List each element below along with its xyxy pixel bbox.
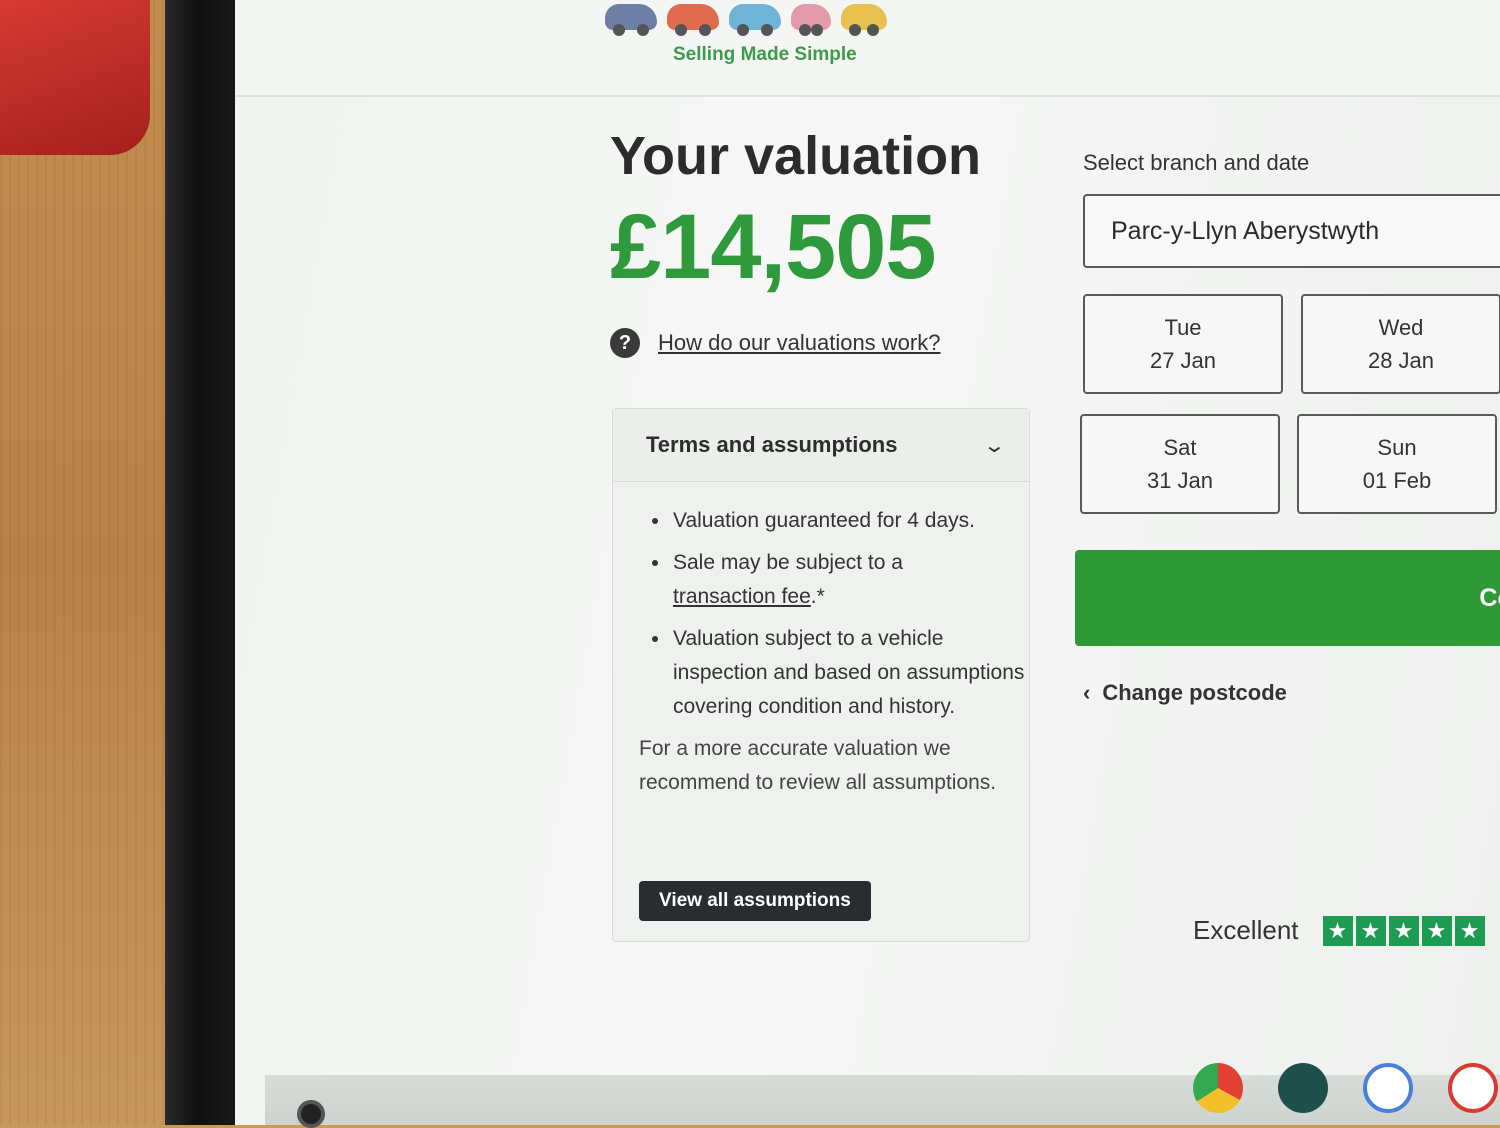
date-day: Sat [1163,435,1197,460]
date-option[interactable]: Sat 31 Jan [1080,414,1280,514]
terms-header[interactable]: Terms and assumptions ⌄ [613,409,1029,482]
list-item: Valuation guaranteed for 4 days. [671,504,1029,538]
rating-label: Excellent [1193,915,1299,945]
date-day: Sun [1377,435,1417,460]
date-date: 28 Jan [1367,348,1435,373]
transaction-fee-link[interactable]: transaction fee [673,585,811,608]
continue-button[interactable]: Contir [1075,550,1500,646]
calendar-icon[interactable] [1363,1063,1413,1113]
red-object [0,0,150,155]
logo-cars [605,4,887,36]
apps-icon[interactable] [1278,1063,1328,1113]
date-option[interactable]: Tue 27 Jan [1083,294,1283,394]
chevron-left-icon: ‹ [1083,680,1091,705]
tagline: Selling Made Simple [673,44,857,65]
rating-stars: ★ ★ ★ ★ ★ [1322,915,1485,946]
date-option[interactable]: Wed 28 Jan [1301,294,1500,394]
valuation-panel: Your valuation £14,505 ? How do our valu… [610,125,1030,358]
view-all-assumptions-button[interactable]: View all assumptions [639,881,871,921]
date-day: Tue [1164,315,1202,340]
site-header: Selling Made Simple [235,0,1500,97]
car-logo-icon [729,4,781,36]
advice-text: For a more accurate valuation we recomme… [639,737,997,794]
date-day: Wed [1378,315,1424,340]
car-logo-icon [841,4,887,36]
continue-label: Contir [1479,583,1500,612]
chrome-icon[interactable] [1193,1063,1243,1113]
gmail-icon[interactable] [1448,1063,1498,1113]
star-icon: ★ [1454,915,1485,946]
car-logo-icon [667,4,719,36]
trust-rating: Excellent ★ ★ ★ ★ ★ [1193,915,1485,946]
question-icon: ? [610,328,640,358]
monitor-bezel [165,0,245,1125]
change-postcode-label: Change postcode [1102,680,1287,705]
date-date: 01 Feb [1362,468,1432,493]
screen: Selling Made Simple Your valuation £14,5… [235,0,1500,1128]
chevron-down-icon[interactable]: ⌄ [983,433,1006,458]
launcher-icon[interactable] [297,1100,325,1128]
valuations-help-link[interactable]: How do our valuations work? [658,330,940,356]
date-date: 31 Jan [1146,468,1214,493]
list-item: Sale may be subject to a transaction fee… [671,546,1029,614]
list-item-text: Sale may be subject to a [673,551,903,574]
terms-accordion: Terms and assumptions ⌄ Valuation guaran… [612,408,1030,942]
terms-title: Terms and assumptions [646,432,898,457]
branch-select[interactable]: Parc-y-Llyn Aberystwyth [1083,194,1500,268]
branch-label: Select branch and date [1083,150,1310,175]
page-title: Your valuation [610,126,982,186]
list-item: Valuation subject to a vehicle inspectio… [671,622,1029,724]
car-logo-icon [791,4,831,36]
star-icon: ★ [1421,915,1452,946]
star-icon: ★ [1355,915,1386,946]
help-row: ? How do our valuations work? [610,328,1030,358]
star-icon: ★ [1322,915,1353,946]
list-item-suffix: .* [810,585,825,608]
date-option[interactable]: Sun 01 Feb [1297,414,1497,514]
valuation-amount: £14,505 [610,196,937,298]
terms-list: Valuation guaranteed for 4 days. Sale ma… [613,504,1029,724]
star-icon: ★ [1388,915,1419,946]
date-date: 27 Jan [1149,348,1217,373]
change-postcode-link[interactable]: ‹ Change postcode [1083,680,1287,706]
booking-panel: Select branch and date Parc-y-Llyn Abery… [1075,150,1500,946]
car-logo-icon [605,4,657,36]
